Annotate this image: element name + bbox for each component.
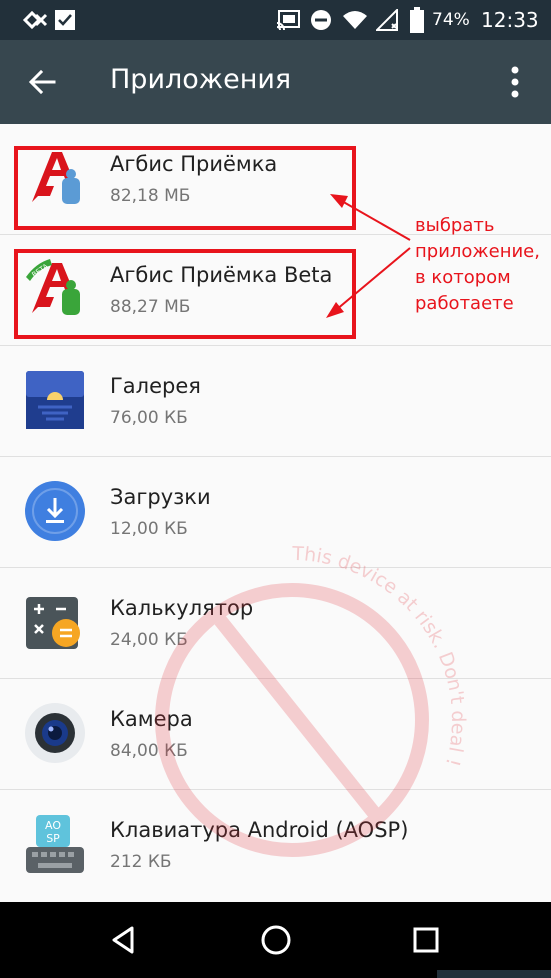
app-notification-icon	[22, 10, 48, 30]
checkbox-notification-icon	[55, 10, 75, 30]
clock: 12:33	[481, 8, 539, 32]
app-size: 12,00 КБ	[110, 519, 188, 539]
annotation-text: выбрать приложение, в котором работаете	[415, 215, 540, 314]
app-row-keyboard[interactable]: AO SP Клавиатура Android (AOSP) 212 КБ	[0, 790, 551, 901]
app-row-gallery[interactable]: Галерея 76,00 КБ	[0, 346, 551, 457]
app-name: Галерея	[110, 374, 201, 398]
camera-icon	[25, 703, 85, 763]
keyboard-icon: AO SP	[26, 815, 84, 873]
nav-home-icon[interactable]	[256, 920, 296, 960]
nav-bar	[0, 902, 551, 978]
app-size: 84,00 КБ	[110, 741, 188, 761]
app-bar: Приложения	[0, 40, 551, 124]
app-size: 212 КБ	[110, 852, 172, 872]
battery-icon	[410, 7, 424, 33]
highlight-box-agbis-beta	[14, 249, 356, 339]
app-row-downloads[interactable]: Загрузки 12,00 КБ	[0, 457, 551, 568]
app-size: 76,00 КБ	[110, 408, 188, 428]
page-title: Приложения	[110, 64, 292, 95]
nav-edge-strip	[437, 970, 551, 978]
wifi-icon	[343, 11, 367, 29]
nav-recents-icon[interactable]	[406, 920, 446, 960]
app-row-camera[interactable]: Камера 84,00 КБ	[0, 679, 551, 790]
cast-icon	[276, 10, 300, 30]
app-name: Камера	[110, 707, 193, 731]
app-name: Клавиатура Android (AOSP)	[110, 818, 409, 842]
keyboard-badge-2: SP	[46, 832, 60, 845]
app-row-calculator[interactable]: Калькулятор 24,00 КБ	[0, 568, 551, 679]
signal-icon	[376, 9, 398, 31]
highlight-box-agbis	[14, 146, 356, 230]
status-bar: 74% 12:33	[0, 0, 551, 40]
app-name: Загрузки	[110, 485, 211, 509]
downloads-icon	[25, 481, 85, 541]
calculator-icon	[26, 597, 80, 649]
more-vert-icon[interactable]	[500, 60, 530, 104]
gallery-icon	[26, 371, 84, 429]
nav-back-icon[interactable]	[104, 920, 144, 960]
do-not-disturb-icon	[311, 10, 331, 30]
app-name: Калькулятор	[110, 596, 254, 620]
battery-percent: 74%	[432, 10, 470, 30]
keyboard-badge: AO	[45, 819, 61, 832]
back-arrow-icon[interactable]	[22, 62, 62, 102]
app-size: 24,00 КБ	[110, 630, 188, 650]
